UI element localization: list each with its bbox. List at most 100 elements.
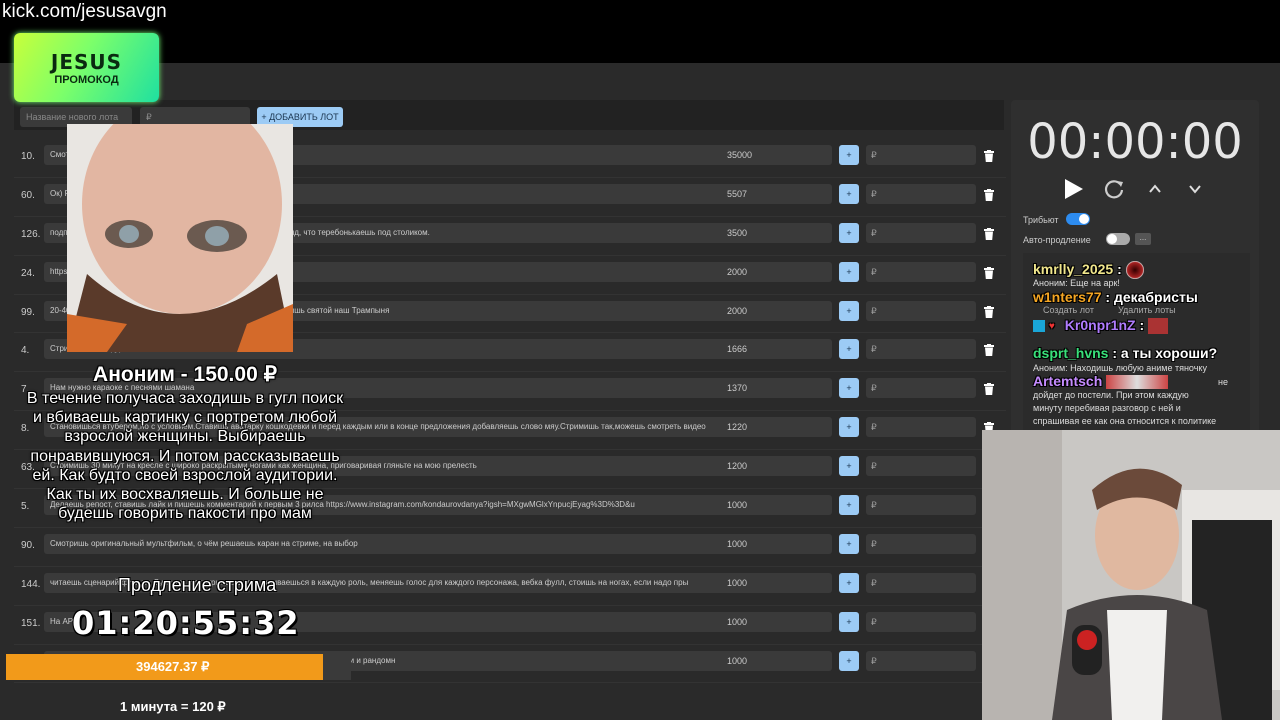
lot-amount-input[interactable]: 1000: [722, 533, 832, 554]
trash-icon[interactable]: [984, 305, 994, 318]
add-amount-input[interactable]: ₽: [866, 456, 976, 477]
add-amount-button[interactable]: +: [839, 495, 859, 516]
lot-amount-input[interactable]: 3500: [722, 222, 832, 243]
add-amount-button[interactable]: +: [839, 572, 859, 593]
lot-number: 10.: [21, 151, 35, 162]
restart-icon[interactable]: [1103, 178, 1125, 205]
trash-icon[interactable]: [984, 343, 994, 357]
promo-subtitle: ПРОМОКОД: [54, 73, 119, 86]
add-amount-button[interactable]: +: [839, 261, 859, 282]
add-amount-input[interactable]: ₽: [866, 339, 976, 360]
add-amount-button[interactable]: +: [839, 222, 859, 243]
extension-progress-bar: 394627.37 ₽: [6, 654, 351, 680]
add-amount-input[interactable]: ₽: [866, 222, 976, 243]
auto-extension-toggle[interactable]: [1106, 233, 1130, 245]
trash-icon[interactable]: [984, 266, 994, 279]
chat-sub-text: дойдет до постели. При этом каждую: [1033, 390, 1189, 400]
donation-alert: Аноним - 150.00 ₽ В течение получаса зах…: [25, 362, 345, 523]
lot-amount-input[interactable]: 1000: [722, 495, 832, 516]
add-amount-button[interactable]: +: [839, 611, 859, 632]
add-amount-button[interactable]: +: [839, 145, 859, 165]
emote-icon: [1106, 375, 1169, 390]
add-amount-input[interactable]: ₽: [866, 533, 976, 554]
chat-sub-text: спрашивая ее как она относится к политик…: [1033, 416, 1217, 426]
add-amount-button[interactable]: +: [839, 533, 859, 554]
add-amount-input[interactable]: ₽: [866, 611, 976, 632]
lot-amount-input[interactable]: 1370: [722, 378, 832, 399]
chat-sub-text: Аноним: Еще на арк!: [1033, 278, 1120, 288]
chat-username: Artemtsch: [1033, 373, 1103, 389]
add-amount-input[interactable]: ₽: [866, 572, 976, 593]
add-amount-input[interactable]: ₽: [866, 417, 976, 438]
trash-icon[interactable]: [984, 382, 994, 396]
add-amount-input[interactable]: ₽: [866, 145, 976, 165]
chat-username: kmrlly_2025: [1033, 261, 1114, 277]
progress-value: 394627.37 ₽: [136, 659, 210, 674]
lot-number: 90.: [21, 539, 35, 551]
chat-overlay: kmrlly_2025 : Аноним: Еще на арк! w1nter…: [1023, 253, 1250, 433]
url-overlay: kick.com/jesusavgn: [2, 1, 167, 22]
add-amount-input[interactable]: ₽: [866, 261, 976, 282]
extension-timer: 01:20:55:32: [72, 604, 300, 642]
lot-number: 126.: [21, 228, 41, 240]
chevron-down-icon[interactable]: [1188, 182, 1202, 201]
lot-amount-input[interactable]: 5507: [722, 183, 832, 204]
chat-separator: :: [1139, 317, 1145, 333]
lot-row: 90. Смотришь оригинальный мультфильм, о ч…: [14, 529, 1006, 568]
chat-message: ♥ Kr0npr1nZ :: [1033, 317, 1169, 335]
trash-icon[interactable]: [984, 149, 994, 162]
add-amount-button[interactable]: +: [839, 456, 859, 477]
create-lot-ghost: Создать лот: [1043, 305, 1094, 315]
timer-display: 00:00:00: [1027, 114, 1243, 170]
add-amount-input[interactable]: ₽: [866, 378, 976, 399]
chat-sub-text: Аноним: Находишь любую аниме тяночку: [1033, 363, 1207, 373]
add-amount-input[interactable]: ₽: [866, 495, 976, 516]
lot-description-input[interactable]: Смотришь оригинальный мультфильм, о чём …: [44, 533, 729, 554]
lot-amount-input[interactable]: 1000: [722, 572, 832, 593]
chat-message: dsprt_hvns : а ты хороши?: [1033, 345, 1217, 361]
promo-title: JESUS: [50, 49, 123, 74]
chat-username: dsprt_hvns: [1033, 345, 1109, 361]
trash-icon[interactable]: [984, 188, 994, 201]
chat-sub-text: не: [1218, 377, 1228, 387]
emote-icon: [1125, 261, 1144, 280]
chat-message: Artemtsch: [1033, 373, 1169, 390]
add-amount-button[interactable]: +: [839, 300, 859, 321]
play-icon[interactable]: [1062, 178, 1084, 205]
lot-amount-input[interactable]: 1666: [722, 339, 832, 360]
add-amount-button[interactable]: +: [839, 650, 859, 671]
verified-icon: [1033, 320, 1045, 333]
extension-rate: 1 минута = 120 ₽: [120, 699, 226, 714]
trash-icon[interactable]: [984, 227, 994, 240]
chat-message: w1nters77 : декабристы: [1033, 289, 1198, 305]
lot-number: 151.: [21, 617, 41, 629]
lot-amount-input[interactable]: 2000: [722, 300, 832, 321]
chat-username: w1nters77: [1033, 289, 1102, 305]
streamer-webcam: [982, 430, 1280, 720]
chat-separator: :: [1112, 345, 1118, 361]
emote-icon: [1148, 318, 1169, 335]
lot-amount-input[interactable]: 1200: [722, 456, 832, 477]
lot-amount-input[interactable]: 1000: [722, 650, 832, 671]
auto-extension-label: Авто-продление: [1023, 235, 1091, 245]
add-amount-input[interactable]: ₽: [866, 183, 976, 204]
add-amount-input[interactable]: ₽: [866, 650, 976, 671]
chevron-up-icon[interactable]: [1148, 182, 1162, 201]
lot-number: 60.: [21, 189, 35, 201]
add-amount-button[interactable]: +: [839, 378, 859, 399]
add-amount-button[interactable]: +: [839, 183, 859, 204]
timer-controls: [1060, 178, 1210, 202]
add-amount-button[interactable]: +: [839, 339, 859, 360]
lot-amount-input[interactable]: 1220: [722, 417, 832, 438]
badge-icon: ♥: [1048, 321, 1055, 333]
lot-amount-input[interactable]: 1000: [722, 611, 832, 632]
chat-separator: :: [1117, 261, 1122, 277]
lot-amount-input[interactable]: 2000: [722, 261, 832, 282]
add-amount-button[interactable]: +: [839, 417, 859, 438]
promo-badge: JESUS ПРОМОКОД: [14, 33, 159, 102]
more-options-button[interactable]: ...: [1135, 233, 1151, 245]
lot-amount-input[interactable]: 35000: [722, 145, 832, 165]
donor-webcam: [67, 124, 293, 352]
tribute-toggle[interactable]: [1066, 213, 1090, 225]
add-amount-input[interactable]: ₽: [866, 300, 976, 321]
